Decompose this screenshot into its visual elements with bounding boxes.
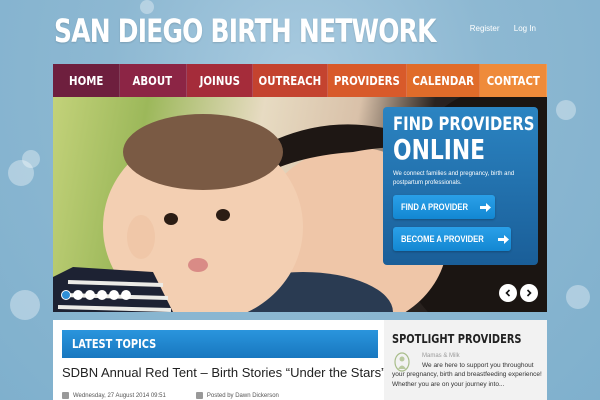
- become-provider-button[interactable]: BECOME A PROVIDER: [393, 227, 511, 252]
- overlay-text: We connect families and pregnancy, birth…: [393, 171, 515, 186]
- slider-dot[interactable]: [109, 290, 119, 300]
- bokeh-circle: [22, 150, 40, 168]
- spotlight-text: We are here to support you throughout yo…: [392, 362, 542, 388]
- slider-dot[interactable]: [61, 290, 71, 300]
- nav-item-calendar[interactable]: CALENDAR: [406, 64, 481, 97]
- overlay-title-large: ONLINE: [393, 133, 486, 166]
- post-author: Posted by Dawn Dickerson: [206, 392, 279, 399]
- nav-item-label: PROVIDERS: [333, 73, 400, 88]
- bokeh-circle: [566, 285, 590, 309]
- nav-item-contact[interactable]: CONTACT: [480, 64, 548, 97]
- spotlight-box: SPOTLIGHT PROVIDERS Mamas & Milk We are …: [384, 320, 547, 400]
- calendar-icon: [62, 392, 69, 399]
- top-links: Register Log In: [458, 24, 536, 33]
- latest-topics-header: LATEST TOPICS: [62, 330, 378, 358]
- arrow-right-icon: [479, 202, 491, 212]
- chevron-left-icon: [505, 289, 511, 297]
- post-date: Wednesday, 27 August 2014 09:51: [73, 392, 166, 399]
- bokeh-circle: [556, 100, 576, 120]
- slider-prev-button[interactable]: [499, 284, 517, 302]
- find-providers-panel: FIND PROVIDERS ONLINE We connect familie…: [383, 107, 538, 265]
- slider-dot[interactable]: [85, 290, 95, 300]
- main-nav: HOME ABOUT JOINUS OUTREACH PROVIDERS CAL…: [53, 64, 548, 97]
- slider-dots: [61, 290, 131, 300]
- nav-item-about[interactable]: ABOUT: [119, 64, 187, 97]
- site-title[interactable]: SAN DIEGO BIRTH NETWORK: [54, 12, 436, 50]
- nav-item-home[interactable]: HOME: [53, 64, 120, 97]
- nav-item-providers[interactable]: PROVIDERS: [328, 64, 407, 97]
- spotlight-name[interactable]: Mamas & Milk: [422, 353, 460, 359]
- register-link[interactable]: Register: [470, 24, 500, 33]
- nav-item-label: ABOUT: [132, 73, 173, 88]
- become-provider-label: BECOME A PROVIDER: [401, 234, 484, 245]
- bokeh-circle: [10, 290, 40, 320]
- content-area: LATEST TOPICS SDBN Annual Red Tent – Bir…: [53, 320, 547, 400]
- nav-item-outreach[interactable]: OUTREACH: [253, 64, 329, 97]
- chevron-right-icon: [526, 289, 532, 297]
- nav-item-label: HOME: [68, 73, 104, 88]
- arrow-right-icon: [498, 234, 510, 244]
- nav-item-label: JOINUS: [199, 73, 240, 88]
- hero-slider: FIND PROVIDERS ONLINE We connect familie…: [53, 97, 547, 312]
- login-link[interactable]: Log In: [514, 24, 536, 33]
- spotlight-title: SPOTLIGHT PROVIDERS: [392, 332, 522, 346]
- slider-dot[interactable]: [97, 290, 107, 300]
- nav-item-joinus[interactable]: JOINUS: [186, 64, 254, 97]
- nav-item-label: OUTREACH: [258, 73, 322, 88]
- slider-dot[interactable]: [121, 290, 131, 300]
- find-provider-label: FIND A PROVIDER: [401, 202, 469, 213]
- slider-dot[interactable]: [73, 290, 83, 300]
- nav-item-label: CONTACT: [486, 73, 540, 88]
- latest-topics-title: LATEST TOPICS: [72, 337, 157, 351]
- user-icon: [195, 392, 203, 399]
- slider-next-button[interactable]: [520, 284, 538, 302]
- nav-item-label: CALENDAR: [412, 73, 474, 88]
- find-provider-button[interactable]: FIND A PROVIDER: [393, 195, 495, 220]
- overlay-title: FIND PROVIDERS: [393, 113, 535, 135]
- post-title-link[interactable]: SDBN Annual Red Tent – Birth Stories “Un…: [62, 365, 385, 380]
- post-meta: Wednesday, 27 August 2014 09:51 Posted b…: [62, 392, 279, 399]
